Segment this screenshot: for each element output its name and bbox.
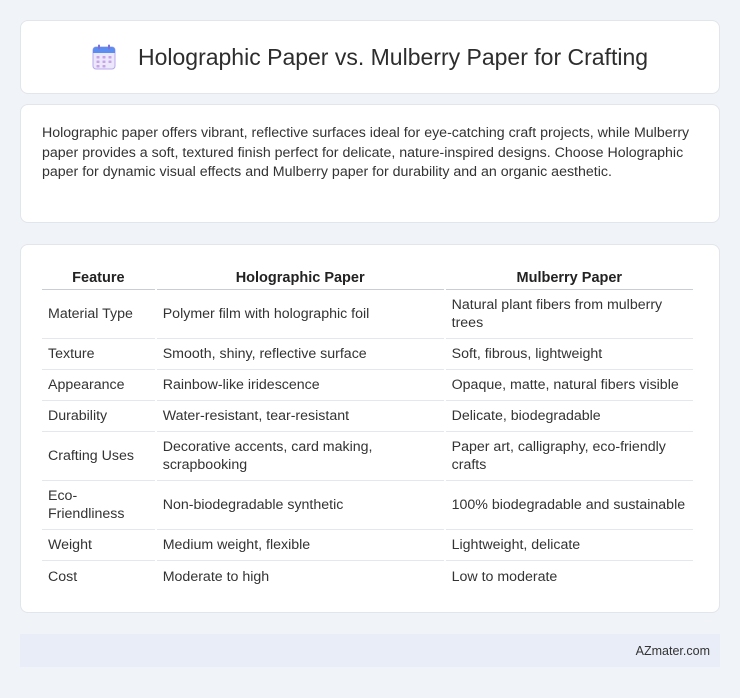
holographic-cell: Polymer film with holographic foil (156, 290, 444, 339)
page-title: Holographic Paper vs. Mulberry Paper for… (137, 43, 649, 70)
holographic-cell: Smooth, shiny, reflective surface (156, 339, 444, 370)
table-row: Cost Moderate to high Low to moderate (42, 561, 693, 592)
table-row: Appearance Rainbow-like iridescence Opaq… (42, 370, 693, 401)
holographic-cell: Water-resistant, tear-resistant (156, 401, 444, 432)
comparison-table-card: Feature Holographic Paper Mulberry Paper… (20, 244, 720, 613)
feature-cell: Material Type (42, 290, 155, 339)
feature-cell: Crafting Uses (42, 432, 155, 481)
table-row: Eco-Friendliness Non-biodegradable synth… (42, 481, 693, 530)
summary-text: Holographic paper offers vibrant, reflec… (42, 125, 690, 180)
comparison-table: Feature Holographic Paper Mulberry Paper… (40, 263, 695, 592)
table-row: Weight Medium weight, flexible Lightweig… (42, 530, 693, 561)
holographic-cell: Non-biodegradable synthetic (156, 481, 444, 530)
footer-bar: AZmater.com (20, 634, 720, 667)
table-row: Durability Water-resistant, tear-resista… (42, 401, 693, 432)
calendar-icon (92, 44, 116, 70)
mulberry-cell: Paper art, calligraphy, eco-friendly cra… (445, 432, 693, 481)
mulberry-cell: Low to moderate (451, 568, 558, 585)
feature-cell: Eco-Friendliness (42, 481, 155, 530)
mulberry-cell: Opaque, matte, natural fibers visible (445, 370, 693, 401)
holographic-cell: Decorative accents, card making, scrapbo… (156, 432, 444, 481)
holographic-cell: Moderate to high (162, 568, 270, 585)
table-header-row: Feature Holographic Paper Mulberry Paper (42, 263, 693, 290)
table-row: Material Type Polymer film with holograp… (42, 290, 693, 339)
holographic-cell: Medium weight, flexible (156, 530, 444, 561)
feature-cell: Texture (42, 339, 155, 370)
summary-card: Holographic paper offers vibrant, reflec… (20, 104, 720, 223)
feature-cell: Appearance (42, 370, 155, 401)
table-row: Texture Smooth, shiny, reflective surfac… (42, 339, 693, 370)
feature-cell: Durability (42, 401, 155, 432)
table-row: Crafting Uses Decorative accents, card m… (42, 432, 693, 481)
header-card: Holographic Paper vs. Mulberry Paper for… (20, 20, 720, 94)
holographic-cell: Rainbow-like iridescence (156, 370, 444, 401)
column-header-holographic: Holographic Paper (156, 263, 444, 290)
feature-cell: Cost (48, 568, 78, 585)
mulberry-cell: 100% biodegradable and sustainable (445, 481, 693, 530)
feature-cell: Weight (42, 530, 155, 561)
mulberry-cell: Natural plant fibers from mulberry trees (445, 290, 693, 339)
mulberry-cell: Lightweight, delicate (445, 530, 693, 561)
footer-site-link[interactable]: AZmater.com (636, 644, 710, 658)
column-header-feature: Feature (42, 263, 155, 290)
mulberry-cell: Soft, fibrous, lightweight (445, 339, 693, 370)
column-header-mulberry: Mulberry Paper (445, 263, 693, 290)
mulberry-cell: Delicate, biodegradable (445, 401, 693, 432)
